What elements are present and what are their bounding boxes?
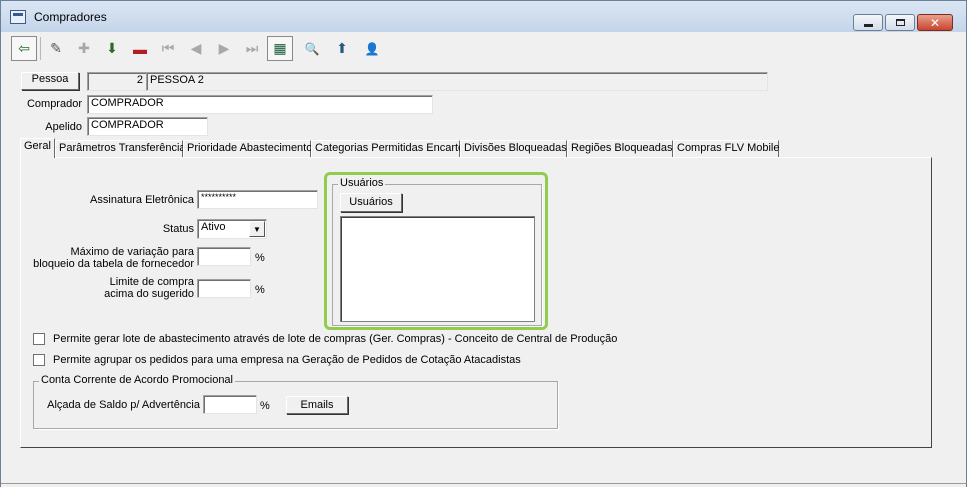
- edit-icon[interactable]: ✎: [43, 36, 69, 61]
- limite-field[interactable]: [197, 279, 251, 298]
- status-strip: [1, 483, 966, 487]
- emails-button[interactable]: Emails: [286, 396, 348, 414]
- comprador-label: Comprador: [26, 98, 82, 110]
- search-icon[interactable]: 🔍: [299, 36, 325, 61]
- max-variacao-label-1: Máximo de variação para: [70, 246, 194, 258]
- usuarios-button[interactable]: Usuários: [340, 193, 402, 212]
- pessoa-code-field[interactable]: 2: [87, 72, 147, 91]
- assinatura-label: Assinatura Eletrônica: [90, 194, 194, 206]
- close-button[interactable]: ✕: [917, 14, 953, 31]
- tab-categorias-permitidas-encarte[interactable]: Categorias Permitidas Encarte: [311, 140, 464, 158]
- usuarios-group-title: Usuários: [338, 177, 386, 189]
- assinatura-field[interactable]: **********: [197, 190, 318, 209]
- maximize-icon: [895, 19, 905, 26]
- max-variacao-field[interactable]: [197, 247, 251, 266]
- window-icon: [10, 10, 26, 24]
- chevron-down-icon[interactable]: ▼: [249, 221, 265, 237]
- tab-prioridade-abastecimento[interactable]: Prioridade Abastecimento: [183, 140, 312, 158]
- save-icon[interactable]: ⬇: [99, 36, 125, 61]
- tab-regioes-bloqueadas[interactable]: Regiões Bloqueadas: [567, 140, 673, 158]
- delete-icon[interactable]: ▬: [127, 36, 153, 61]
- minimize-icon: [863, 24, 873, 27]
- pessoa-name-field: PESSOA 2: [146, 72, 768, 91]
- apelido-field[interactable]: COMPRADOR: [87, 117, 208, 136]
- status-select[interactable]: Ativo ▼: [197, 219, 267, 239]
- tab-compras-flv-mobile[interactable]: Compras FLV Mobile: [673, 140, 780, 158]
- toolbar-separator: [40, 37, 41, 60]
- apelido-label: Apelido: [45, 121, 82, 133]
- minimize-button[interactable]: [853, 14, 883, 31]
- alcada-label: Alçada de Saldo p/ Advertência: [47, 399, 200, 411]
- max-variacao-label-2: bloqueio da tabela de fornecedor: [33, 258, 194, 270]
- close-icon: ✕: [929, 15, 941, 30]
- status-label: Status: [162, 223, 194, 235]
- limite-label-1: Limite de compra: [109, 276, 194, 288]
- limite-unit: %: [255, 284, 265, 296]
- export-icon[interactable]: ⬆: [329, 36, 355, 61]
- exit-icon[interactable]: ⇦: [11, 36, 37, 61]
- status-value: Ativo: [201, 221, 226, 233]
- check-row-agrupar[interactable]: Permite agrupar os pedidos para uma empr…: [33, 354, 521, 366]
- compradores-window: Compradores ✕ ⇦ ✎ ✚ ⬇ ▬ ⏮ ◀ ▶ ⏭ ▦ 🔍 ⬆ 👤 …: [0, 0, 967, 487]
- tab-geral[interactable]: Geral: [20, 138, 55, 158]
- conta-corrente-group-title: Conta Corrente de Acordo Promocional: [39, 374, 235, 386]
- last-record-icon[interactable]: ⏭: [239, 36, 265, 61]
- agrupar-checkbox[interactable]: [33, 354, 45, 366]
- next-record-icon[interactable]: ▶: [211, 36, 237, 61]
- usuarios-list[interactable]: [340, 216, 535, 322]
- new-icon[interactable]: ✚: [71, 36, 97, 61]
- pessoa-button[interactable]: Pessoa: [21, 72, 79, 90]
- tab-parametros-transferencia[interactable]: Parâmetros Transferência: [55, 140, 186, 158]
- alcada-field[interactable]: [203, 395, 257, 414]
- comprador-field[interactable]: COMPRADOR: [87, 95, 433, 114]
- grid-icon[interactable]: ▦: [267, 36, 293, 61]
- tab-divisoes-bloqueadas[interactable]: Divisões Bloqueadas: [460, 140, 567, 158]
- max-variacao-unit: %: [255, 252, 265, 264]
- alcada-unit: %: [260, 400, 270, 412]
- lote-checkbox-label: Permite gerar lote de abastecimento atra…: [53, 333, 618, 345]
- toolbar: ⇦ ✎ ✚ ⬇ ▬ ⏮ ◀ ▶ ⏭ ▦ 🔍 ⬆ 👤: [9, 34, 959, 64]
- maximize-button[interactable]: [885, 14, 915, 31]
- previous-record-icon[interactable]: ◀: [183, 36, 209, 61]
- user-icon[interactable]: 👤: [359, 36, 385, 61]
- check-row-lote[interactable]: Permite gerar lote de abastecimento atra…: [33, 333, 617, 345]
- agrupar-checkbox-label: Permite agrupar os pedidos para uma empr…: [53, 354, 521, 366]
- first-record-icon[interactable]: ⏮: [155, 36, 181, 61]
- lote-checkbox[interactable]: [33, 333, 45, 345]
- window-title: Compradores: [34, 10, 107, 24]
- limite-label-2: acima do sugerido: [104, 288, 194, 300]
- title-bar[interactable]: Compradores ✕: [1, 1, 966, 32]
